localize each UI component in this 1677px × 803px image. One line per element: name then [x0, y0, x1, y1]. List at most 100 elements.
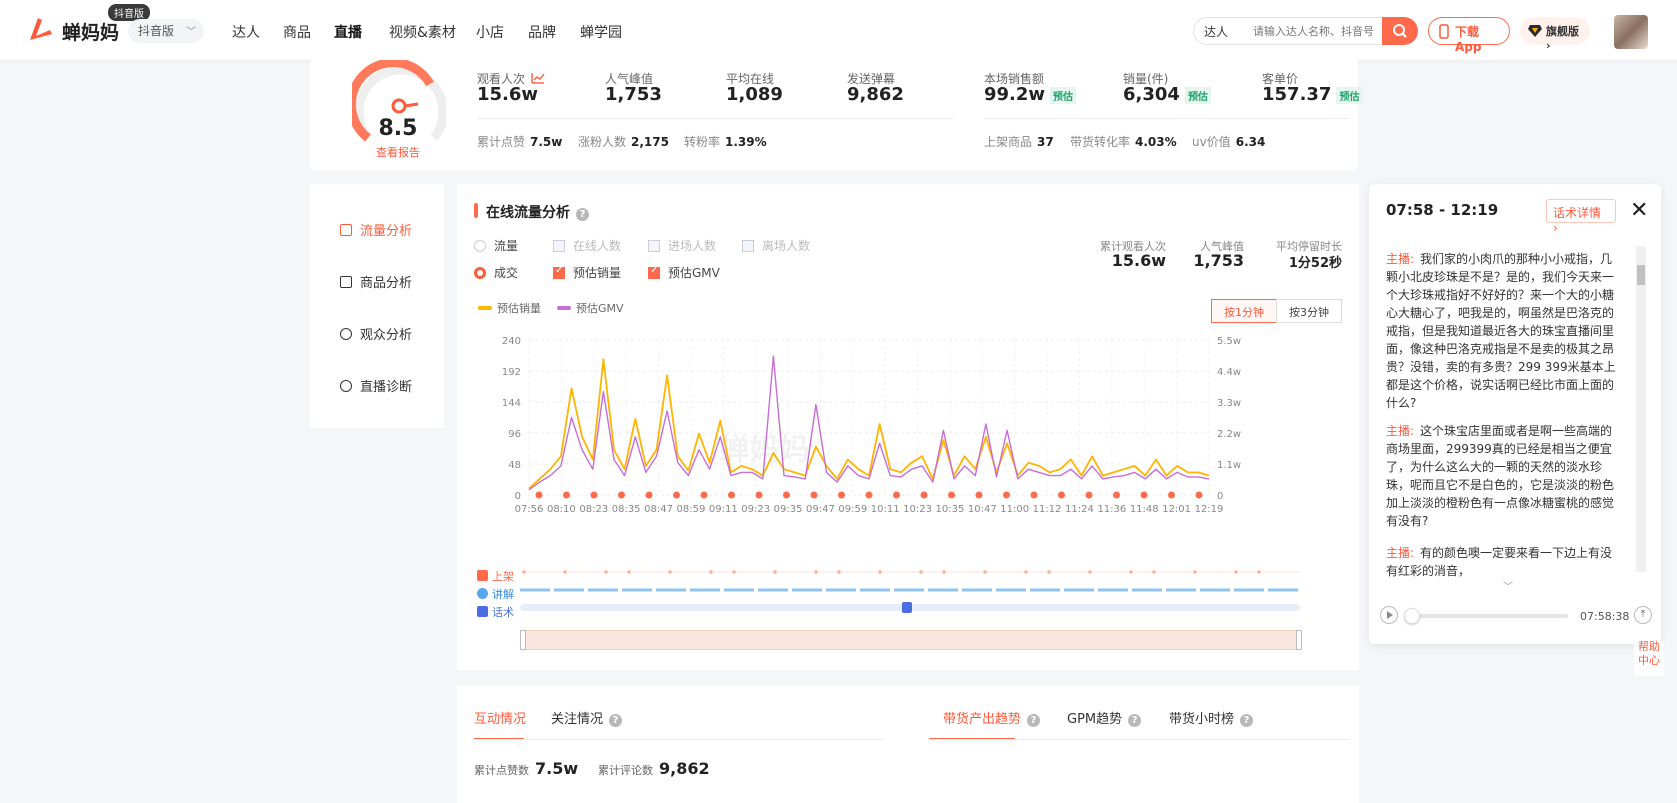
- segment-1min[interactable]: 按1分钟: [1211, 299, 1277, 323]
- checkbox-checked-icon: [648, 265, 660, 279]
- listing-dot[interactable]: [604, 570, 608, 574]
- listing-dot[interactable]: [837, 570, 841, 574]
- nav-item-brand[interactable]: 品牌: [528, 22, 556, 42]
- brand-logo-icon[interactable]: [26, 14, 54, 44]
- check-leaving-users[interactable]: 离场人数: [742, 237, 810, 254]
- audio-progress-track[interactable]: [1406, 614, 1568, 618]
- listing-dot[interactable]: [1234, 570, 1238, 574]
- check-est-sales[interactable]: 预估销量: [553, 264, 621, 281]
- checkbox-icon: [553, 240, 565, 252]
- y-tick-right: 0: [1217, 491, 1223, 502]
- listing-dot[interactable]: [1193, 570, 1197, 574]
- listing-dot[interactable]: [1152, 570, 1156, 574]
- check-online-users[interactable]: 在线人数: [553, 237, 621, 254]
- listing-dot[interactable]: [668, 570, 672, 574]
- version-select[interactable]: 抖音版 ﹀: [128, 19, 204, 43]
- x-tick-label: 09:11: [709, 504, 738, 515]
- listing-dot[interactable]: [1047, 570, 1051, 574]
- traffic-line-chart: 0 0 48 1.1w 96 2.2w 144 3.3w 192 4.4w 240 5.5w 07:56…: [502, 336, 1241, 515]
- search-button[interactable]: [1382, 17, 1418, 45]
- listing-marker: [728, 491, 735, 499]
- tab-hourly-rank[interactable]: 带货小时榜?: [1169, 708, 1254, 727]
- flagship-version-button[interactable]: 旗舰版 ›: [1520, 17, 1590, 52]
- back-to-top-icon[interactable]: ⤒: [1634, 606, 1652, 624]
- tab-gpm-trend[interactable]: GPM趋势?: [1067, 708, 1142, 727]
- listing-dot[interactable]: [919, 570, 923, 574]
- listing-dot[interactable]: [563, 570, 567, 574]
- side-menu-product[interactable]: 商品分析: [340, 272, 412, 291]
- nav-item-video[interactable]: 视频&素材: [389, 22, 456, 42]
- tab-interaction[interactable]: 互动情况: [474, 708, 526, 727]
- listing-dot[interactable]: [709, 570, 713, 574]
- time-range-slider[interactable]: [523, 630, 1299, 650]
- nav-item-shop[interactable]: 小店: [476, 22, 504, 42]
- check-entering-users[interactable]: 进场人数: [648, 237, 716, 254]
- help-question-icon[interactable]: ?: [1128, 714, 1142, 727]
- listing-dot[interactable]: [773, 570, 777, 574]
- legend-est-gmv[interactable]: 预估GMV: [557, 300, 624, 316]
- script-scrollbar-thumb[interactable]: [1637, 265, 1645, 285]
- range-handle-left[interactable]: [520, 630, 526, 650]
- listing-dot[interactable]: [1257, 570, 1261, 574]
- listing-dot[interactable]: [1129, 570, 1133, 574]
- script-detail-button[interactable]: 话术详情 ›: [1546, 199, 1616, 235]
- radio-deal[interactable]: 成交: [474, 264, 518, 281]
- side-menu-audience[interactable]: 观众分析: [340, 324, 412, 343]
- segment-3min[interactable]: 按3分钟: [1276, 299, 1342, 323]
- listing-dot[interactable]: [1088, 570, 1092, 574]
- script-scrollbar[interactable]: [1636, 246, 1646, 572]
- audio-progress-knob[interactable]: [1404, 608, 1420, 624]
- brand-name[interactable]: 蝉妈妈: [62, 18, 119, 45]
- help-question-icon[interactable]: ?: [609, 714, 623, 727]
- listing-dot[interactable]: [732, 570, 736, 574]
- view-report-link[interactable]: 查看报告: [366, 144, 430, 160]
- help-center-button[interactable]: 帮助中心: [1634, 640, 1664, 676]
- listing-dot[interactable]: [942, 570, 946, 574]
- listing-dot[interactable]: [1024, 570, 1028, 574]
- help-question-icon[interactable]: ?: [1027, 714, 1041, 727]
- listing-dot[interactable]: [522, 570, 526, 574]
- summary-value-peak: 1,753: [1193, 251, 1244, 270]
- chevron-down-icon: ﹀: [186, 27, 196, 38]
- expand-chevron-icon[interactable]: ﹀: [1503, 578, 1513, 593]
- nav-item-influencer[interactable]: 达人: [232, 22, 260, 42]
- listing-dot[interactable]: [627, 570, 631, 574]
- listing-marker: [1003, 491, 1010, 499]
- side-menu-diagnosis[interactable]: 直播诊断: [340, 376, 412, 395]
- stat-value-views: 15.6w: [477, 84, 539, 105]
- x-tick-label: 08:59: [676, 504, 705, 515]
- estimate-tag: 预估: [1184, 86, 1211, 104]
- help-question-icon[interactable]: ?: [576, 208, 589, 221]
- tab-divider: [474, 739, 884, 740]
- listing-marker: [1168, 491, 1175, 499]
- cart-icon: [477, 570, 488, 581]
- nav-item-live[interactable]: 直播: [334, 22, 362, 42]
- listing-dot[interactable]: [878, 570, 882, 574]
- download-app-button[interactable]: 下载App: [1428, 17, 1510, 54]
- nav-item-academy[interactable]: 蝉学园: [580, 22, 622, 42]
- play-button[interactable]: [1380, 606, 1398, 624]
- trend-chart-icon[interactable]: [531, 72, 545, 84]
- range-handle-right[interactable]: [1296, 630, 1302, 650]
- help-question-icon[interactable]: ?: [1240, 714, 1254, 727]
- audience-icon: [340, 328, 352, 340]
- tab-sales-trend[interactable]: 带货产出趋势?: [943, 708, 1041, 727]
- radio-traffic[interactable]: 流量: [474, 237, 518, 254]
- check-est-gmv[interactable]: 预估GMV: [648, 264, 720, 281]
- script-track-marker[interactable]: [902, 602, 912, 613]
- user-avatar[interactable]: [1614, 15, 1648, 49]
- y-tick-right: 2.2w: [1217, 429, 1241, 440]
- search-input[interactable]: [1245, 17, 1383, 45]
- listing-dot[interactable]: [814, 570, 818, 574]
- legend-est-sales[interactable]: 预估销量: [478, 300, 541, 316]
- x-tick-label: 10:47: [968, 504, 997, 515]
- close-icon[interactable]: ✕: [1630, 198, 1648, 223]
- timeline-tracks[interactable]: [520, 566, 1300, 622]
- y-tick-right: 4.4w: [1217, 367, 1241, 378]
- side-menu-traffic[interactable]: 流量分析: [340, 220, 412, 239]
- listing-marker: [535, 491, 543, 499]
- listing-dot[interactable]: [983, 570, 987, 574]
- tab-follow[interactable]: 关注情况?: [551, 708, 623, 727]
- search-type-select[interactable]: 达人: [1193, 17, 1245, 45]
- nav-item-product[interactable]: 商品: [283, 22, 311, 42]
